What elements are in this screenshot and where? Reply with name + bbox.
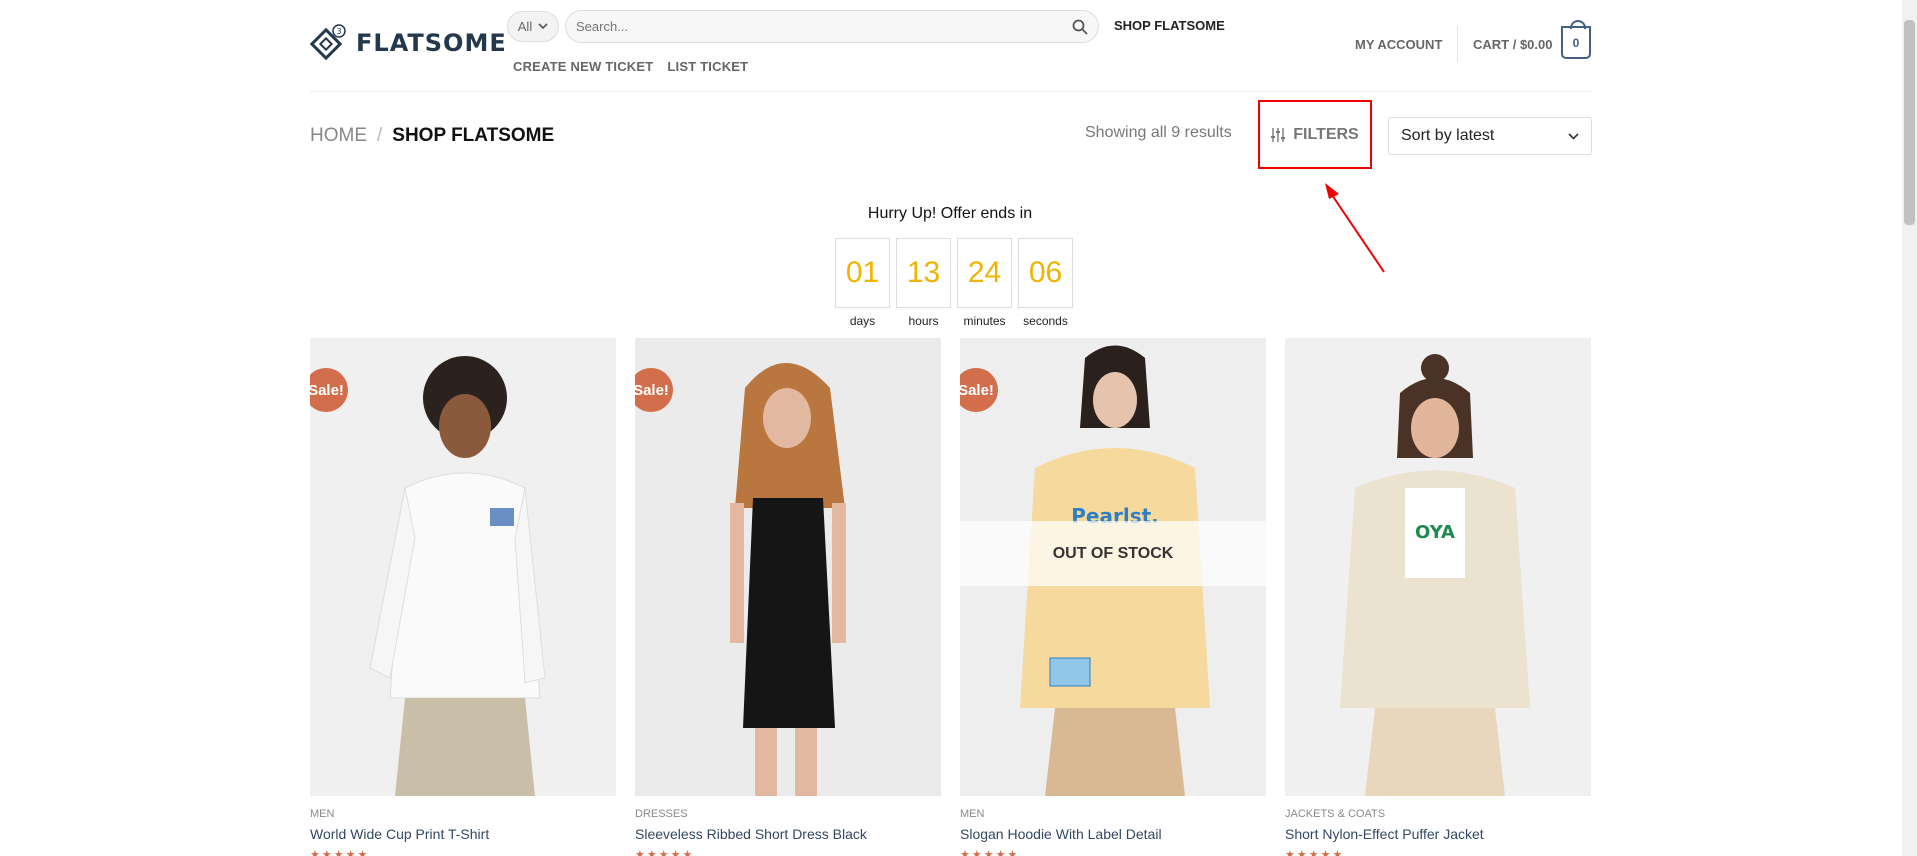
product-image[interactable]: OYA [1285,338,1591,796]
nav-list-ticket[interactable]: LIST TICKET [667,59,748,74]
breadcrumb-separator: / [377,125,383,146]
logo-text: FLATSOME [356,29,507,57]
product-rating: ★★★★★ [310,849,370,856]
header-divider [1457,26,1458,62]
product-card[interactable]: Sale! DRESSES Sleeveless Ribbed Short Dr… [635,338,941,856]
sort-select[interactable]: Sort by latest [1388,117,1592,155]
product-category[interactable]: JACKETS & COATS [1285,808,1591,820]
cart-icon[interactable]: 0 [1561,20,1591,59]
logo[interactable]: 3 FLATSOME [310,24,507,62]
product-photo-model-jacket: OYA [1285,338,1591,796]
product-image[interactable]: Sale! Pearlst. OUT OF STOCK [960,338,1266,796]
result-count: Showing all 9 results [1085,124,1232,141]
product-category[interactable]: DRESSES [635,808,941,820]
product-category[interactable]: MEN [310,808,616,820]
my-account-link[interactable]: MY ACCOUNT [1355,37,1442,52]
countdown-seconds: 06 seconds [1018,238,1073,328]
product-rating: ★★★★★ [960,849,1020,856]
chevron-down-icon [538,23,548,30]
breadcrumb: HOME / SHOP FLATSOME [310,125,554,147]
search-icon[interactable] [1072,19,1088,35]
logo-icon: 3 [310,24,346,61]
filters-label: FILTERS [1293,125,1359,143]
svg-text:OYA: OYA [1415,522,1455,543]
secondary-nav: CREATE NEW TICKET LIST TICKET [513,59,748,74]
countdown-timer: 01 days 13 hours 24 minutes 06 seconds [835,238,1073,328]
countdown-days: 01 days [835,238,890,328]
countdown-days-label: days [849,314,876,328]
countdown-title: Hurry Up! Offer ends in [867,205,1033,222]
cart-link[interactable]: CART / $0.00 [1473,37,1552,52]
countdown-seconds-label: seconds [1023,314,1068,328]
header-divider-line [310,91,1591,92]
category-select-value: All [517,19,533,34]
countdown-hours: 13 hours [896,238,951,328]
product-photo-model-tshirt [310,338,616,796]
filter-icon [1271,127,1286,142]
scrollbar-thumb[interactable] [1904,20,1915,225]
filters-button[interactable]: FILTERS [1258,100,1372,169]
scrollbar[interactable] [1902,0,1917,856]
product-name[interactable]: World Wide Cup Print T-Shirt [310,826,616,842]
product-name[interactable]: Sleeveless Ribbed Short Dress Black [635,826,941,842]
countdown-seconds-value: 06 [1018,238,1073,308]
breadcrumb-current: SHOP FLATSOME [392,125,555,146]
countdown-minutes-label: minutes [963,314,1006,328]
annotation-arrow [1325,183,1385,273]
product-name[interactable]: Slogan Hoodie With Label Detail [960,826,1266,842]
countdown-hours-value: 13 [896,238,951,308]
sort-select-value: Sort by latest [1401,127,1495,144]
product-card[interactable]: Sale! Pearlst. OUT OF STOCK MEN Slogan H… [960,338,1266,856]
search-input[interactable] [576,19,1072,34]
product-name[interactable]: Short Nylon-Effect Puffer Jacket [1285,826,1591,842]
search-field[interactable] [565,10,1099,43]
product-card[interactable]: Sale! MEN World Wide Cup Print T-Shirt ★… [310,338,616,856]
page: 3 FLATSOME All SHOP FLATSOME CREATE NEW … [0,0,1917,856]
logo-badge: 3 [336,27,341,36]
nav-shop-flatsome[interactable]: SHOP FLATSOME [1114,18,1225,33]
out-of-stock-overlay: OUT OF STOCK [960,521,1266,586]
product-photo-model-dress [635,338,941,796]
countdown-minutes-value: 24 [957,238,1012,308]
product-card[interactable]: OYA JACKETS & COATS Short Nylon-Effect P… [1285,338,1591,856]
breadcrumb-home[interactable]: HOME [310,125,367,147]
product-category[interactable]: MEN [960,808,1266,820]
countdown-minutes: 24 minutes [957,238,1012,328]
product-rating: ★★★★★ [635,849,695,856]
search-bar: All [507,10,1099,43]
countdown-days-value: 01 [835,238,890,308]
nav-create-ticket[interactable]: CREATE NEW TICKET [513,59,653,74]
category-select[interactable]: All [507,11,559,42]
product-image[interactable]: Sale! [635,338,941,796]
product-image[interactable]: Sale! [310,338,616,796]
countdown-hours-label: hours [908,314,939,328]
product-rating: ★★★★★ [1285,849,1345,856]
chevron-down-icon [1568,132,1579,140]
cart-count: 0 [1572,35,1580,50]
